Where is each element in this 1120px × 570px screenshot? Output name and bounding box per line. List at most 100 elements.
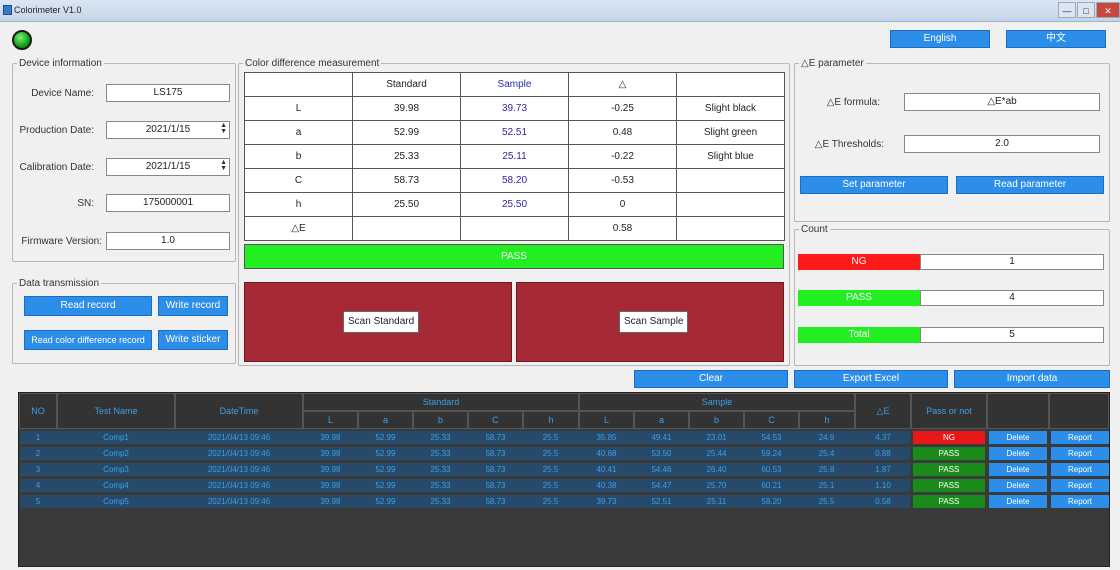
row-datetime: 2021/04/13 09:46	[207, 497, 271, 506]
row-value: 40.41	[596, 465, 617, 474]
threshold-field[interactable]: 2.0	[904, 135, 1100, 153]
report-button[interactable]: Report	[1051, 479, 1109, 492]
clear-button[interactable]: Clear	[634, 370, 788, 388]
spinner-icon[interactable]: ▲ ▼	[220, 159, 227, 172]
firmware-version-field[interactable]: 1.0	[106, 232, 230, 250]
english-button[interactable]: English	[890, 30, 990, 48]
row-delta-e: 1.10	[875, 481, 891, 490]
scan-sample-button[interactable]: Scan Sample	[619, 311, 689, 333]
minimize-button[interactable]: —	[1058, 2, 1076, 18]
row-value: 58.20	[761, 497, 782, 506]
row-value: 25.33	[430, 465, 451, 474]
formula-field[interactable]: △E*ab	[904, 93, 1100, 111]
export-excel-button[interactable]: Export Excel	[794, 370, 948, 388]
read-parameter-button[interactable]: Read parameter	[956, 176, 1104, 194]
row-value: 52.99	[375, 481, 396, 490]
write-sticker-button[interactable]: Write sticker	[158, 330, 228, 350]
report-button[interactable]: Report	[1051, 447, 1109, 460]
calibration-date-value: 2021/1/15	[145, 161, 191, 172]
row-value: 25.5	[542, 481, 559, 490]
row-value: 25.70	[706, 481, 727, 490]
count-ng-row: NG 1	[798, 254, 1104, 270]
import-data-button[interactable]: Import data	[954, 370, 1110, 388]
set-parameter-button[interactable]: Set parameter	[800, 176, 948, 194]
row-value: 24.9	[818, 433, 835, 442]
row-no: 1	[35, 433, 41, 442]
scan-standard-button[interactable]: Scan Standard	[343, 311, 420, 333]
col-test-name: Test Name	[57, 393, 175, 429]
firmware-version-label: Firmware Version:	[21, 236, 102, 247]
row-value: 39.98	[320, 497, 341, 506]
calibration-date-picker[interactable]: 2021/1/15 ▲ ▼	[106, 158, 230, 176]
row-value: 25.33	[430, 481, 451, 490]
row-value: 25.44	[706, 449, 727, 458]
row-value: 58.73	[485, 449, 506, 458]
row-value: 25.5	[542, 465, 559, 474]
row-value: 54.46	[651, 465, 672, 474]
row-value: 25.5	[542, 449, 559, 458]
production-date-picker[interactable]: 2021/1/15 ▲ ▼	[106, 121, 230, 139]
close-button[interactable]: ✕	[1096, 2, 1120, 18]
scan-sample-area[interactable]: Scan Sample	[516, 282, 784, 362]
header-desc	[676, 72, 785, 97]
report-button[interactable]: Report	[1051, 463, 1109, 476]
row-value: 60.21	[761, 481, 782, 490]
row-datetime: 2021/04/13 09:46	[207, 465, 271, 474]
sub-sam-C: C	[744, 411, 799, 429]
row-value: 54.53	[761, 433, 782, 442]
col-delta-e: △E	[855, 393, 911, 429]
row-test-name: Comp2	[103, 449, 129, 458]
sub-std-h: h	[523, 411, 579, 429]
row-value: 26.40	[706, 465, 727, 474]
description	[676, 168, 785, 193]
read-color-difference-record-button[interactable]: Read color difference record	[24, 330, 152, 350]
row-name: h	[244, 192, 353, 217]
spinner-icon[interactable]: ▲ ▼	[220, 122, 227, 135]
row-value: 25.33	[430, 449, 451, 458]
sub-sam-h: h	[799, 411, 855, 429]
app-icon	[3, 5, 12, 15]
row-test-name: Comp4	[103, 481, 129, 490]
total-count: 5	[920, 327, 1104, 343]
sn-label: SN:	[77, 198, 94, 209]
delete-button[interactable]: Delete	[989, 479, 1047, 492]
delta-value: -0.22	[568, 144, 677, 169]
col-no: NO	[19, 393, 57, 429]
row-value: 25.4	[818, 449, 835, 458]
device-name-field[interactable]: LS175	[106, 84, 230, 102]
row-h: h 25.50 25.50 0	[244, 192, 785, 217]
row-test-name: Comp3	[103, 465, 129, 474]
sub-std-a: a	[358, 411, 413, 429]
delta-value: 0.58	[568, 216, 677, 241]
row-value: 52.99	[375, 497, 396, 506]
row-value: 25.5	[818, 497, 835, 506]
description	[676, 216, 785, 241]
description: Slight blue	[676, 144, 785, 169]
report-button[interactable]: Report	[1051, 495, 1109, 508]
header-delta: △	[568, 72, 677, 97]
delete-button[interactable]: Delete	[989, 463, 1047, 476]
scan-standard-area[interactable]: Scan Standard	[244, 282, 512, 362]
row-pass-status: PASS	[913, 479, 985, 492]
ng-count: 1	[920, 254, 1104, 270]
delete-button[interactable]: Delete	[989, 495, 1047, 508]
data-transmission-group: Data transmission	[12, 278, 236, 364]
delta-value: -0.25	[568, 96, 677, 121]
maximize-button[interactable]: □	[1077, 2, 1095, 18]
delete-button[interactable]: Delete	[989, 431, 1047, 444]
write-record-button[interactable]: Write record	[158, 296, 228, 316]
row-no: 3	[35, 465, 41, 474]
sub-sam-b: b	[689, 411, 744, 429]
device-info-legend: Device information	[19, 58, 102, 69]
sn-field[interactable]: 175000001	[106, 194, 230, 212]
delta-value: 0	[568, 192, 677, 217]
col-standard: Standard	[303, 393, 579, 411]
report-button[interactable]: Report	[1051, 431, 1109, 444]
description: Slight black	[676, 96, 785, 121]
results-grid: NO Test Name DateTime Standard Sample L …	[18, 392, 1110, 567]
row-a: a 52.99 52.51 0.48 Slight green	[244, 120, 785, 145]
sub-std-b: b	[413, 411, 468, 429]
delete-button[interactable]: Delete	[989, 447, 1047, 460]
chinese-button[interactable]: 中文	[1006, 30, 1106, 48]
read-record-button[interactable]: Read record	[24, 296, 152, 316]
